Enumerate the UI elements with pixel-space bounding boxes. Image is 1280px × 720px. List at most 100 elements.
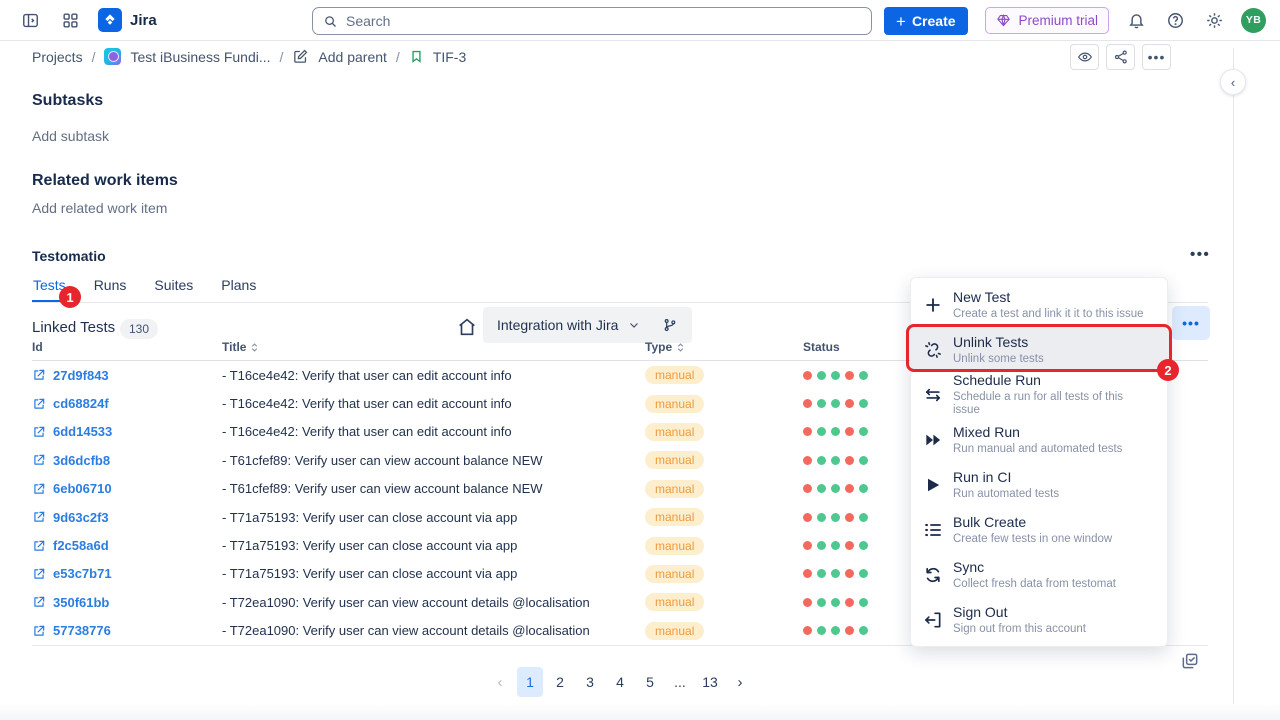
status-dot-pass bbox=[831, 598, 840, 607]
menu-item-sync[interactable]: SyncCollect fresh data from testomat bbox=[911, 552, 1167, 597]
testomatio-more-button[interactable]: ••• bbox=[1190, 246, 1210, 263]
test-id: 6eb06710 bbox=[53, 481, 112, 496]
status-dot-fail bbox=[845, 513, 854, 522]
page-13[interactable]: 13 bbox=[697, 667, 723, 697]
status-dot-fail bbox=[845, 456, 854, 465]
menu-item-sign-out[interactable]: Sign OutSign out from this account bbox=[911, 597, 1167, 642]
pagination-next-button[interactable]: › bbox=[727, 667, 753, 697]
column-header-id[interactable]: Id bbox=[32, 340, 222, 354]
status-dot-pass bbox=[831, 513, 840, 522]
app-switcher-button[interactable] bbox=[58, 8, 82, 32]
share-button[interactable] bbox=[1106, 44, 1135, 70]
test-title: - T61cfef89: Verify user can view accoun… bbox=[222, 481, 645, 496]
page-1[interactable]: 1 bbox=[517, 667, 543, 697]
status-dot-pass bbox=[859, 399, 868, 408]
column-header-type[interactable]: Type bbox=[645, 340, 803, 354]
menu-item-subtitle: Schedule a run for all tests of this iss… bbox=[953, 391, 1153, 417]
page-4[interactable]: 4 bbox=[607, 667, 633, 697]
linked-tests-more-button[interactable]: ••• bbox=[1172, 306, 1210, 340]
pagination-prev-button[interactable]: ‹ bbox=[487, 667, 513, 697]
menu-item-new-test[interactable]: New TestCreate a test and link it it to … bbox=[911, 282, 1167, 327]
type-badge: manual bbox=[645, 423, 704, 441]
status-dot-pass bbox=[831, 399, 840, 408]
menu-item-run-in-ci[interactable]: Run in CIRun automated tests bbox=[911, 462, 1167, 507]
test-id-link[interactable]: 27d9f843 bbox=[32, 368, 222, 383]
test-id-link[interactable]: 6dd14533 bbox=[32, 424, 222, 439]
menu-item-mixed-run[interactable]: Mixed RunRun manual and automated tests bbox=[911, 417, 1167, 462]
jira-home-link[interactable]: Jira bbox=[98, 8, 157, 32]
test-id-link[interactable]: 57738776 bbox=[32, 623, 222, 638]
project-selector[interactable]: Integration with Jira bbox=[483, 307, 692, 343]
test-id-link[interactable]: 9d63c2f3 bbox=[32, 510, 222, 525]
tab-plans[interactable]: Plans bbox=[220, 277, 257, 302]
issue-more-actions-button[interactable]: ••• bbox=[1142, 44, 1171, 70]
menu-item-unlink-tests[interactable]: Unlink TestsUnlink some tests bbox=[911, 327, 1167, 372]
test-id-link[interactable]: 3d6dcfb8 bbox=[32, 453, 222, 468]
global-search[interactable] bbox=[312, 7, 872, 35]
menu-item-bulk-create[interactable]: Bulk Create Create few tests in one windo… bbox=[911, 507, 1167, 552]
page-5[interactable]: 5 bbox=[637, 667, 663, 697]
create-button[interactable]: + Create bbox=[884, 7, 968, 35]
bulk-select-icon[interactable] bbox=[1180, 651, 1200, 671]
premium-trial-button[interactable]: Premium trial bbox=[985, 7, 1109, 34]
project-avatar bbox=[104, 48, 121, 65]
breadcrumb-project[interactable]: Test iBusiness Fundi... bbox=[130, 49, 270, 65]
status-dot-pass bbox=[817, 569, 826, 578]
menu-item-title: Bulk Create bbox=[953, 514, 1112, 530]
column-header-title[interactable]: Title bbox=[222, 340, 645, 354]
status-dot-pass bbox=[859, 541, 868, 550]
status-dot-pass bbox=[831, 569, 840, 578]
external-link-icon bbox=[32, 482, 46, 496]
test-title: - T72ea1090: Verify user can view accoun… bbox=[222, 623, 645, 638]
sync-icon bbox=[923, 565, 943, 585]
bulk-list-icon bbox=[923, 520, 943, 540]
status-dot-pass bbox=[831, 626, 840, 635]
schedule-icon bbox=[923, 385, 943, 405]
settings-button[interactable] bbox=[1202, 8, 1226, 32]
breadcrumb-issue-key[interactable]: TIF-3 bbox=[433, 49, 466, 65]
watch-button[interactable] bbox=[1070, 44, 1099, 70]
menu-item-schedule-run[interactable]: Schedule RunSchedule a run for all tests… bbox=[911, 372, 1167, 417]
collapse-panel-button[interactable]: ‹ bbox=[1220, 69, 1246, 95]
status-dot-fail bbox=[845, 598, 854, 607]
help-button[interactable] bbox=[1163, 8, 1187, 32]
page-2[interactable]: 2 bbox=[547, 667, 573, 697]
test-id-link[interactable]: cd68824f bbox=[32, 396, 222, 411]
notifications-button[interactable] bbox=[1124, 8, 1148, 32]
sidebar-toggle-button[interactable] bbox=[18, 8, 42, 32]
breadcrumb-add-parent[interactable]: Add parent bbox=[318, 49, 387, 65]
bottom-edge bbox=[0, 704, 1280, 720]
external-link-icon bbox=[32, 595, 46, 609]
test-title: - T71a75193: Verify user can close accou… bbox=[222, 566, 645, 581]
tab-suites[interactable]: Suites bbox=[153, 277, 194, 302]
breadcrumb: Projects / Test iBusiness Fundi... / Add… bbox=[0, 41, 1233, 72]
search-icon bbox=[323, 14, 338, 29]
breadcrumb-separator: / bbox=[92, 49, 96, 65]
home-icon[interactable] bbox=[456, 316, 478, 338]
add-related-item-button[interactable]: Add related work item bbox=[32, 200, 167, 216]
create-button-label: Create bbox=[912, 13, 956, 29]
type-badge: manual bbox=[645, 622, 704, 640]
type-badge: manual bbox=[645, 593, 704, 611]
type-badge: manual bbox=[645, 395, 704, 413]
menu-item-subtitle: Run manual and automated tests bbox=[953, 443, 1122, 456]
add-subtask-button[interactable]: Add subtask bbox=[32, 128, 109, 144]
test-id-link[interactable]: f2c58a6d bbox=[32, 538, 222, 553]
test-id-link[interactable]: 350f61bb bbox=[32, 595, 222, 610]
breadcrumb-projects[interactable]: Projects bbox=[32, 49, 83, 65]
test-id-link[interactable]: 6eb06710 bbox=[32, 481, 222, 496]
sort-icon bbox=[249, 342, 260, 353]
sidebar-toggle-icon bbox=[21, 11, 40, 30]
search-input[interactable] bbox=[346, 13, 861, 29]
test-id-link[interactable]: e53c7b71 bbox=[32, 566, 222, 581]
page-3[interactable]: 3 bbox=[577, 667, 603, 697]
user-avatar[interactable]: YB bbox=[1241, 8, 1266, 33]
status-dot-pass bbox=[817, 484, 826, 493]
menu-item-title: New Test bbox=[953, 289, 1143, 305]
tab-runs[interactable]: Runs bbox=[93, 277, 128, 302]
status-dot-pass bbox=[859, 427, 868, 436]
status-dot-pass bbox=[817, 427, 826, 436]
branch-icon[interactable] bbox=[662, 317, 678, 333]
status-dot-pass bbox=[831, 484, 840, 493]
menu-item-subtitle: Create few tests in one window bbox=[953, 533, 1112, 546]
